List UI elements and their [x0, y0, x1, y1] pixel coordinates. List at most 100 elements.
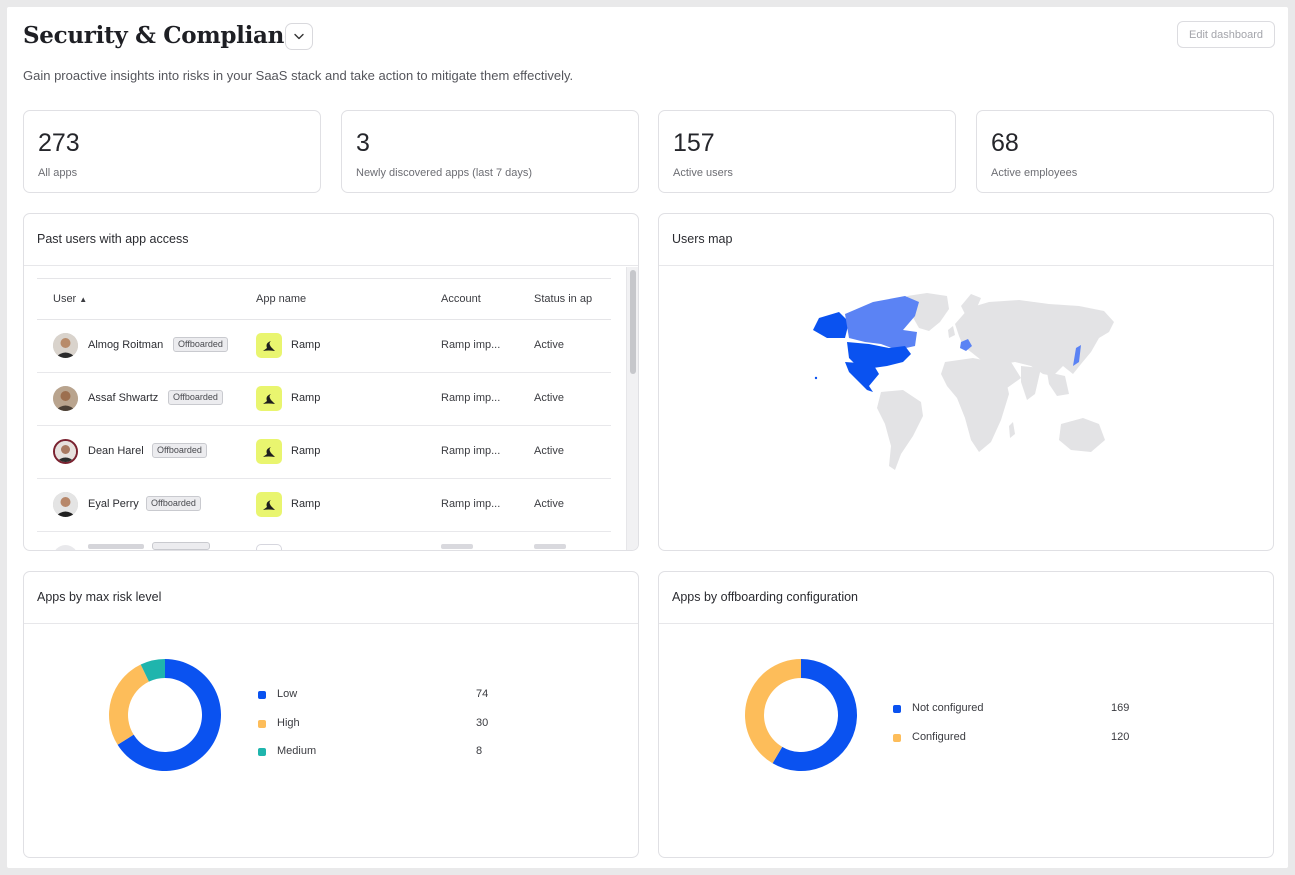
- stat-label: Active users: [673, 167, 733, 179]
- legend-label[interactable]: Configured: [912, 731, 966, 743]
- user-name: Almog Roitman: [88, 339, 164, 351]
- app-name: Ramp: [291, 392, 321, 404]
- status-badge: Offboarded: [152, 443, 207, 458]
- legend-swatch: [258, 691, 266, 699]
- map-region-canada: [845, 296, 919, 350]
- edit-dashboard-button[interactable]: Edit dashboard: [1177, 21, 1275, 48]
- panel-title: Apps by offboarding configuration: [672, 590, 859, 604]
- scrollbar-thumb[interactable]: [630, 270, 636, 374]
- app-status: Active: [534, 392, 564, 404]
- app-status: Active: [534, 339, 564, 351]
- donut-slice-high[interactable]: [109, 664, 149, 745]
- stat-value: 68: [991, 129, 1019, 157]
- legend-swatch: [258, 719, 266, 728]
- panel-header: Past users with app access: [24, 214, 638, 266]
- legend-swatch: [893, 705, 901, 713]
- chevron-down-icon: [294, 33, 304, 40]
- map-region-alaska: [813, 312, 849, 338]
- stat-value: 157: [673, 129, 715, 157]
- app-logo: [256, 492, 282, 517]
- column-header-status[interactable]: Status in ap: [534, 293, 592, 305]
- past-users-table: User ▲ App name Account Status in ap Alm…: [37, 278, 611, 550]
- status-badge: Offboarded: [146, 496, 201, 511]
- map-region-uk: [948, 326, 955, 338]
- stat-card-all-apps[interactable]: 273 All apps: [23, 110, 321, 193]
- dashboard-page: Security & Compliance Edit dashboard Gai…: [7, 7, 1288, 868]
- legend-swatch: [258, 748, 266, 756]
- map-region-india: [1021, 366, 1041, 400]
- world-map[interactable]: [659, 214, 1274, 551]
- column-header-app[interactable]: App name: [256, 293, 306, 305]
- app-logo: [256, 439, 282, 464]
- table-row[interactable]: Almog Roitman Offboarded Ramp Ramp imp..…: [37, 320, 611, 373]
- legend-value: 74: [476, 688, 489, 700]
- stat-card-new-apps[interactable]: 3 Newly discovered apps (last 7 days): [341, 110, 639, 193]
- ramp-logo-icon: [263, 340, 275, 351]
- legend-value: 8: [476, 745, 483, 757]
- user-name: Dean Harel: [88, 445, 144, 457]
- user-name: Eyal Perry: [88, 498, 139, 510]
- app-name: Ramp: [291, 498, 321, 510]
- panel-title: Past users with app access: [37, 232, 189, 246]
- title-dropdown-button[interactable]: [285, 23, 313, 50]
- account-name: Ramp imp...: [441, 339, 501, 351]
- account-placeholder: [441, 544, 473, 549]
- legend-label[interactable]: Not configured: [912, 702, 984, 714]
- account-name: Ramp imp...: [441, 498, 501, 510]
- ramp-logo-icon: [263, 446, 275, 457]
- panel-header: Apps by offboarding configuration: [659, 572, 1273, 624]
- app-logo: [256, 333, 282, 358]
- offboarding-donut-chart[interactable]: [741, 655, 861, 775]
- stat-card-active-employees[interactable]: 68 Active employees: [976, 110, 1274, 193]
- panel-title: Apps by max risk level: [37, 590, 162, 604]
- stat-value: 3: [356, 129, 370, 157]
- table-row[interactable]: Dean Harel Offboarded Ramp Ramp imp... A…: [37, 426, 611, 479]
- legend-value: 120: [1111, 731, 1130, 743]
- user-name-placeholder: [88, 544, 144, 549]
- avatar: [53, 439, 78, 464]
- column-header-account[interactable]: Account: [441, 293, 481, 305]
- users-map-panel: Users map: [658, 213, 1274, 551]
- map-region-hawaii: [814, 376, 818, 380]
- account-name: Ramp imp...: [441, 445, 501, 457]
- stat-label: All apps: [38, 167, 78, 179]
- table-row-partial[interactable]: [37, 532, 611, 550]
- app-logo-placeholder: [256, 544, 282, 550]
- stat-label: Newly discovered apps (last 7 days): [356, 167, 533, 179]
- table-scrollbar[interactable]: [626, 267, 638, 550]
- status-badge-placeholder: [152, 542, 210, 550]
- offboarding-panel: Apps by offboarding configuration Not co…: [658, 571, 1274, 858]
- legend-label[interactable]: Low: [277, 688, 297, 700]
- donut-slice-configured[interactable]: [745, 659, 801, 764]
- status-placeholder: [534, 544, 566, 549]
- sort-asc-icon: ▲: [79, 295, 88, 304]
- status-badge: Offboarded: [168, 390, 223, 405]
- page-subtitle: Gain proactive insights into risks in yo…: [23, 68, 574, 83]
- stat-card-active-users[interactable]: 157 Active users: [658, 110, 956, 193]
- avatar: [53, 386, 78, 411]
- legend-value: 169: [1111, 702, 1130, 714]
- page-title: Security & Compliance: [23, 22, 313, 49]
- risk-level-donut-chart[interactable]: [105, 655, 225, 775]
- app-status: Active: [534, 445, 564, 457]
- legend-label[interactable]: Medium: [277, 745, 316, 757]
- table-row[interactable]: Assaf Shwartz Offboarded Ramp Ramp imp..…: [37, 373, 611, 426]
- panel-header: Apps by max risk level: [24, 572, 638, 624]
- status-badge: Offboarded: [173, 337, 228, 352]
- app-logo: [256, 386, 282, 411]
- legend-value: 30: [476, 716, 489, 729]
- stat-value: 273: [38, 129, 80, 157]
- ramp-logo-icon: [263, 499, 275, 510]
- app-name: Ramp: [291, 445, 321, 457]
- table-row[interactable]: Eyal Perry Offboarded Ramp Ramp imp... A…: [37, 479, 611, 532]
- stat-label: Active employees: [991, 167, 1078, 179]
- avatar: [53, 333, 78, 358]
- legend-swatch: [893, 734, 901, 742]
- user-name: Assaf Shwartz: [88, 392, 159, 404]
- map-region-southeast-asia: [1047, 372, 1069, 396]
- column-label: User: [53, 293, 77, 305]
- app-name: Ramp: [291, 339, 321, 351]
- legend-label[interactable]: High: [277, 717, 300, 729]
- column-header-user[interactable]: User ▲: [53, 293, 87, 305]
- ramp-logo-icon: [263, 393, 275, 404]
